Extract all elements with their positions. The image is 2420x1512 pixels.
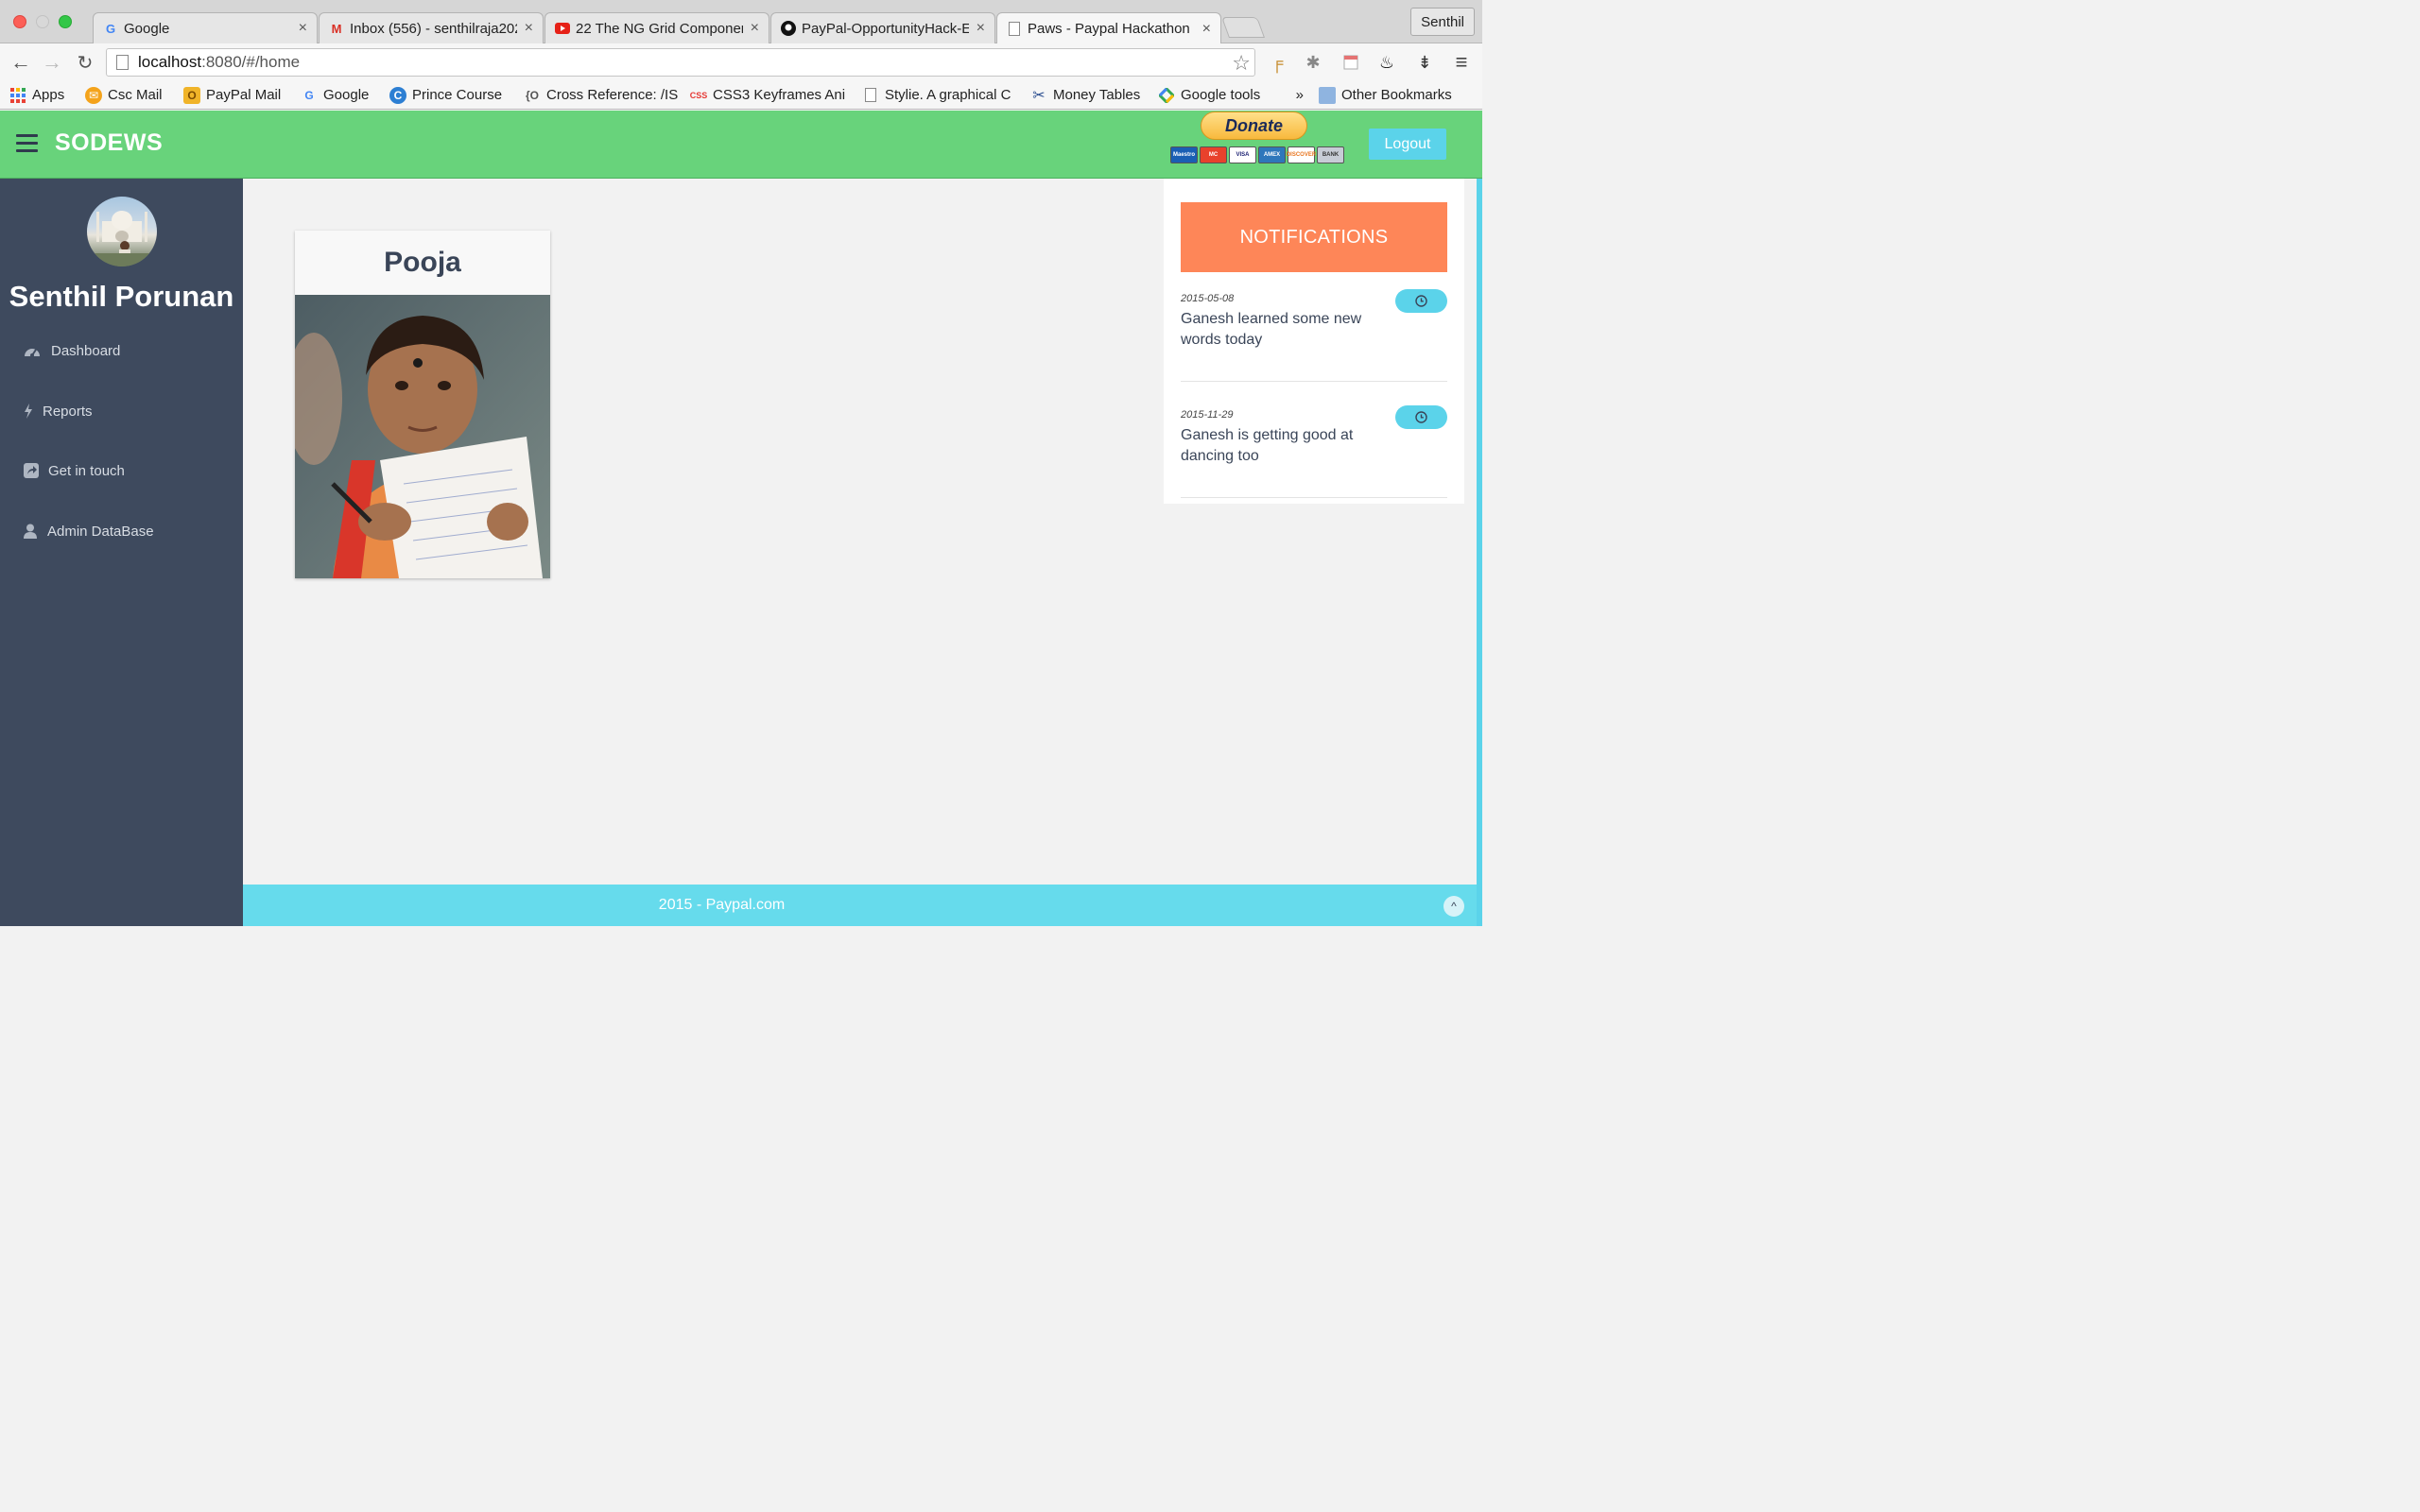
browser-tab[interactable]: G Google × — [93, 12, 318, 43]
new-tab-button[interactable] — [1220, 17, 1266, 38]
notification-date: 2015-11-29 — [1181, 409, 1234, 421]
bookmark-css3-keyframes[interactable]: CSS CSS3 Keyframes Ani — [681, 87, 853, 104]
clock-icon[interactable] — [1395, 289, 1447, 313]
minimize-window-button[interactable] — [36, 15, 49, 28]
browser-toolbar: ← → ↻ localhost:8080/#/home ☆ ╒ ✱ ♨ ⇟ ≡ — [0, 43, 1482, 81]
mail-icon: ✉ — [85, 86, 102, 104]
bookmark-apps[interactable]: Apps — [0, 87, 76, 104]
notification-date: 2015-05-08 — [1181, 293, 1235, 304]
braces-icon: {O — [525, 88, 539, 102]
bookmark-paypal-mail[interactable]: O PayPal Mail — [174, 86, 291, 104]
notification-text: Ganesh is getting good at dancing too — [1181, 427, 1354, 464]
scroll-to-top-icon[interactable]: ^ — [1443, 896, 1464, 917]
maestro-card-icon: Maestro — [1170, 146, 1198, 163]
forward-icon[interactable]: → — [41, 50, 63, 74]
right-accent-strip — [1477, 179, 1482, 926]
main-content: Pooja — [243, 179, 1164, 885]
share-icon — [23, 463, 39, 478]
brand-title: SODEWS — [55, 129, 164, 156]
bug-icon[interactable]: ✱ — [1303, 52, 1323, 73]
notification-item[interactable]: 2015-11-29 Ganesh is getting good at dan… — [1181, 405, 1447, 498]
extension-icon[interactable]: ╒ — [1267, 52, 1288, 73]
sidebar-item-reports[interactable]: Reports — [23, 397, 93, 425]
bookmark-google-tools[interactable]: Google tools — [1149, 87, 1271, 104]
browser-tab[interactable]: PayPal-OpportunityHack-E × — [770, 12, 995, 43]
visa-card-icon: VISA — [1229, 146, 1256, 163]
bookmark-csc-mail[interactable]: ✉ Csc Mail — [76, 86, 174, 104]
user-name: Senthil Porunan — [9, 280, 234, 313]
logout-button[interactable]: Logout — [1369, 129, 1446, 160]
zoom-window-button[interactable] — [59, 15, 72, 28]
bookmark-cross-reference[interactable]: {O Cross Reference: /IS — [514, 87, 681, 104]
gmail-icon: M — [331, 21, 342, 36]
sidebar-item-dashboard[interactable]: Dashboard — [23, 336, 120, 365]
child-profile-card[interactable]: Pooja — [295, 231, 550, 578]
google-icon: G — [304, 88, 314, 102]
close-tab-icon[interactable]: × — [977, 20, 985, 37]
notifications-panel: NOTIFICATIONS 2015-05-08 Ganesh learned … — [1164, 179, 1464, 504]
browser-tab[interactable]: M Inbox (556) - senthilraja202 × — [319, 12, 544, 43]
course-icon: C — [389, 86, 406, 104]
app-header: SODEWS Donate Maestro MC VISA AMEX DISCO… — [0, 111, 1482, 179]
calendar-icon[interactable] — [1340, 52, 1361, 73]
browser-tab[interactable]: 22 The NG Grid Componen × — [544, 12, 769, 43]
close-tab-icon[interactable]: × — [751, 20, 759, 37]
browser-tab-bar: G Google × M Inbox (556) - senthilraja20… — [0, 0, 1482, 44]
payment-cards: Maestro MC VISA AMEX DISCOVER BANK — [1170, 146, 1344, 163]
apps-grid-icon — [9, 87, 26, 104]
back-icon[interactable]: ← — [9, 50, 32, 74]
bookmark-money-tables[interactable]: ✂ Money Tables — [1021, 87, 1149, 104]
footer-text: 2015 - Paypal.com — [658, 897, 786, 913]
footer: 2015 - Paypal.com ^ — [243, 885, 1477, 926]
close-window-button[interactable] — [13, 15, 26, 28]
child-name: Pooja — [295, 231, 550, 295]
amex-card-icon: AMEX — [1258, 146, 1286, 163]
page-icon — [116, 55, 129, 70]
address-bar[interactable]: localhost:8080/#/home ☆ — [106, 48, 1255, 77]
bookmarks-overflow-button[interactable]: » — [1271, 87, 1309, 103]
github-icon — [781, 21, 796, 36]
dashboard-icon — [23, 344, 42, 357]
sidebar: Senthil Porunan Dashboard Reports Get in… — [0, 179, 243, 926]
bookmark-stylie[interactable]: Stylie. A graphical C — [853, 87, 1021, 104]
user-icon — [23, 524, 38, 539]
discover-card-icon: DISCOVER — [1287, 146, 1316, 163]
sidebar-item-get-in-touch[interactable]: Get in touch — [23, 456, 125, 485]
outlook-icon: O — [183, 86, 200, 104]
sidebar-item-admin-database[interactable]: Admin DataBase — [23, 517, 154, 545]
bookmark-prince-course[interactable]: C Prince Course — [380, 86, 514, 104]
folder-icon — [1319, 86, 1336, 104]
flame-icon[interactable]: ♨ — [1376, 52, 1397, 73]
scissors-icon: ✂ — [1032, 87, 1046, 104]
browser-tab-active[interactable]: Paws - Paypal Hackathon × — [996, 12, 1221, 44]
notification-item[interactable]: 2015-05-08 Ganesh learned some new words… — [1181, 289, 1447, 382]
mastercard-icon: MC — [1200, 146, 1227, 163]
bookmark-star-icon[interactable]: ☆ — [1232, 51, 1251, 76]
avatar[interactable] — [87, 197, 157, 266]
css3-icon: CSS — [689, 90, 708, 100]
bank-card-icon: BANK — [1317, 146, 1344, 163]
hamburger-menu-icon[interactable] — [16, 134, 38, 153]
google-icon: G — [105, 21, 116, 36]
close-tab-icon[interactable]: × — [299, 20, 307, 37]
bookmark-other-bookmarks[interactable]: Other Bookmarks — [1309, 86, 1461, 104]
reload-icon[interactable]: ↻ — [74, 51, 96, 74]
page-icon — [862, 87, 879, 104]
bookmark-google[interactable]: G Google — [291, 87, 380, 104]
notifications-title: NOTIFICATIONS — [1181, 202, 1447, 272]
donate-button[interactable]: Donate — [1201, 112, 1307, 140]
profile-button[interactable]: Senthil — [1410, 8, 1475, 36]
youtube-icon — [555, 21, 570, 36]
notification-text: Ganesh learned some new words today — [1181, 311, 1362, 348]
child-photo — [295, 295, 550, 578]
google-tools-icon — [1158, 87, 1175, 104]
clock-icon[interactable] — [1395, 405, 1447, 429]
bookmarks-bar: Apps ✉ Csc Mail O PayPal Mail G Google C… — [0, 81, 1482, 110]
close-tab-icon[interactable]: × — [1202, 21, 1211, 38]
page-icon — [1007, 22, 1022, 37]
tree-icon[interactable]: ⇟ — [1414, 52, 1435, 73]
menu-icon[interactable]: ≡ — [1451, 50, 1472, 74]
close-tab-icon[interactable]: × — [525, 20, 533, 37]
bolt-icon — [23, 404, 33, 419]
